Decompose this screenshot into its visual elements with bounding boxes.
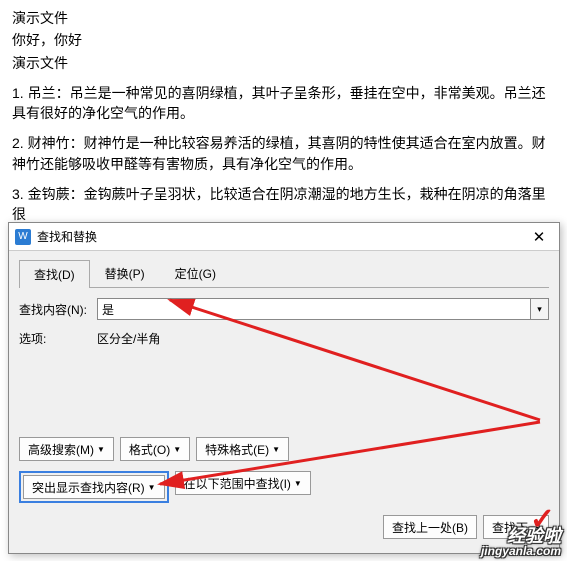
paragraph: 2. 财神竹：财神竹是一种比较容易养活的绿植，其喜阴的特性使其适合在室内放置。财… (12, 133, 555, 174)
line: 演示文件 (12, 53, 555, 73)
search-in-button[interactable]: 在以下范围中查找(I) ▼ (175, 471, 311, 495)
dialog-title: 查找和替换 (37, 228, 519, 245)
find-prev-button[interactable]: 查找上一处(B) (383, 515, 477, 539)
chevron-down-icon: ▾ (537, 304, 542, 315)
search-dropdown-button[interactable]: ▾ (531, 298, 549, 320)
dialog-titlebar[interactable]: W 查找和替换 ✕ (9, 223, 559, 251)
tab-goto[interactable]: 定位(G) (160, 259, 231, 287)
options-value: 区分全/半角 (97, 330, 160, 347)
chevron-down-icon: ▼ (272, 445, 280, 454)
chevron-down-icon: ▼ (294, 479, 302, 488)
tab-bar: 查找(D) 替换(P) 定位(G) (19, 259, 549, 288)
button-label: 特殊格式(E) (205, 441, 269, 458)
close-button[interactable]: ✕ (519, 223, 559, 251)
watermark-text: 经验啦 (481, 527, 561, 545)
button-label: 突出显示查找内容(R) (32, 479, 145, 496)
chevron-down-icon: ▼ (97, 445, 105, 454)
highlight-button[interactable]: 突出显示查找内容(R) ▼ (23, 475, 165, 499)
search-input[interactable] (97, 298, 531, 320)
document-text: 演示文件 你好，你好 演示文件 1. 吊兰：吊兰是一种常见的喜阴绿植，其叶子呈条… (0, 0, 567, 235)
tab-find[interactable]: 查找(D) (19, 260, 90, 288)
button-label: 高级搜索(M) (28, 441, 94, 458)
advanced-search-button[interactable]: 高级搜索(M) ▼ (19, 437, 114, 461)
paragraph: 3. 金钩蕨：金钩蕨叶子呈羽状，比较适合在阴凉潮湿的地方生长，栽种在阴凉的角落里… (12, 184, 555, 225)
tab-replace[interactable]: 替换(P) (90, 259, 160, 287)
special-format-button[interactable]: 特殊格式(E) ▼ (196, 437, 289, 461)
button-label: 格式(O) (129, 441, 170, 458)
app-icon: W (15, 229, 31, 245)
options-label: 选项: (19, 330, 97, 347)
line: 演示文件 (12, 8, 555, 28)
highlight-focus-box: 突出显示查找内容(R) ▼ (19, 471, 169, 503)
button-label: 在以下范围中查找(I) (184, 475, 291, 492)
close-icon: ✕ (533, 228, 546, 246)
line: 你好，你好 (12, 30, 555, 50)
watermark: 经验啦 jingyanla.com (481, 527, 561, 557)
paragraph: 1. 吊兰：吊兰是一种常见的喜阴绿植，其叶子呈条形，垂挂在空中，非常美观。吊兰还… (12, 83, 555, 124)
chevron-down-icon: ▼ (148, 483, 156, 492)
format-button[interactable]: 格式(O) ▼ (120, 437, 190, 461)
search-label: 查找内容(N): (19, 301, 97, 318)
chevron-down-icon: ▼ (173, 445, 181, 454)
find-replace-dialog: W 查找和替换 ✕ 查找(D) 替换(P) 定位(G) 查找内容(N): ▾ 选… (8, 222, 560, 554)
watermark-url: jingyanla.com (481, 545, 561, 557)
